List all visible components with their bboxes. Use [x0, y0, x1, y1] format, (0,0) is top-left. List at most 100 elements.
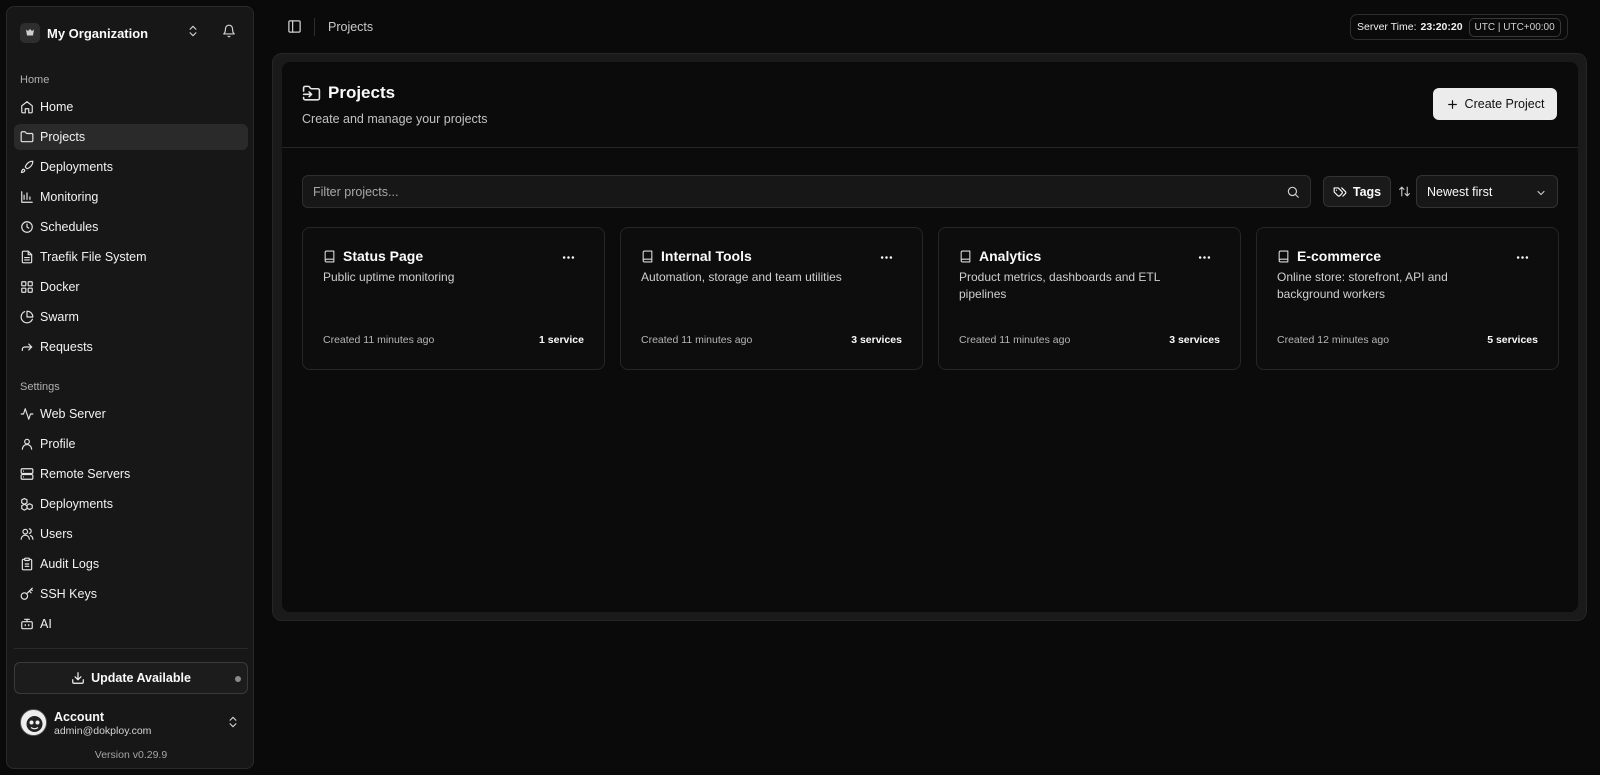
- sidebar-item-profile[interactable]: Profile: [14, 431, 248, 457]
- settings-nav: Web Server Profile Remote Servers Deploymen…: [14, 401, 248, 641]
- app-version: Version v0.29.9: [94, 749, 168, 761]
- sidebar-item-label: Web Server: [40, 407, 106, 421]
- project-name: Status Page: [343, 248, 424, 264]
- project-description: Online store: storefront, API and backgr…: [1277, 270, 1448, 301]
- sidebar-item-label: Profile: [40, 437, 76, 451]
- forward-icon: [20, 340, 34, 354]
- chart-icon: [20, 190, 34, 204]
- project-services-count: 5 services: [1487, 334, 1538, 346]
- search-icon: [1286, 185, 1300, 199]
- project-description: Public uptime monitoring: [323, 270, 455, 284]
- sidebar-item-ssh-keys[interactable]: SSH Keys: [14, 581, 248, 607]
- bell-icon[interactable]: [222, 24, 236, 38]
- sidebar-item-label: Monitoring: [40, 190, 99, 204]
- sidebar-item-deployments[interactable]: Deployments: [14, 491, 248, 517]
- home-icon: [20, 100, 34, 114]
- download-icon: [71, 671, 85, 685]
- project-created: Created 12 minutes ago: [1277, 334, 1390, 346]
- users-icon: [20, 527, 34, 541]
- group-label-settings: Settings: [20, 381, 60, 393]
- sidebar-item-label: AI: [40, 617, 52, 631]
- sidebar-item-label: Home: [40, 100, 74, 114]
- chevrons-up-down-icon[interactable]: [186, 24, 200, 38]
- more-horizontal-icon[interactable]: [1515, 250, 1530, 265]
- project-name: Internal Tools: [661, 248, 752, 264]
- project-card-internal-tools[interactable]: Internal Tools Automation, storage and t…: [620, 227, 923, 370]
- sidebar-item-traefik-file-system[interactable]: Traefik File System: [14, 244, 248, 270]
- sidebar-item-label: Requests: [40, 340, 93, 354]
- sidebar-item-projects[interactable]: Projects: [14, 124, 248, 150]
- sidebar-item-web-server[interactable]: Web Server: [14, 401, 248, 427]
- clock-icon: [20, 220, 34, 234]
- project-services-count: 1 service: [539, 334, 584, 346]
- project-created: Created 11 minutes ago: [323, 334, 435, 346]
- clipboard-icon: [20, 557, 34, 571]
- sidebar-item-schedules[interactable]: Schedules: [14, 214, 248, 240]
- update-label: Update Available: [91, 671, 191, 685]
- sidebar-item-label: Schedules: [40, 220, 99, 234]
- sidebar-item-users[interactable]: Users: [14, 521, 248, 547]
- project-card-status-page[interactable]: Status Page Public uptime monitoring Cre…: [302, 227, 605, 370]
- update-status-dot: [235, 676, 241, 682]
- project-description: Automation, storage and team utilities: [641, 270, 842, 284]
- avatar: [20, 709, 47, 736]
- sidebar-item-requests[interactable]: Requests: [14, 334, 248, 360]
- timezone-badge: UTC | UTC+00:00: [1468, 17, 1561, 37]
- update-available-button[interactable]: Update Available: [14, 662, 248, 694]
- sidebar-toggle-icon[interactable]: [287, 19, 302, 34]
- create-project-button[interactable]: Create Project: [1433, 88, 1557, 120]
- project-name: Analytics: [979, 248, 1042, 264]
- breadcrumb[interactable]: Projects: [328, 20, 373, 34]
- sidebar-item-label: Swarm: [40, 310, 79, 324]
- more-horizontal-icon[interactable]: [561, 250, 576, 265]
- book-icon: [641, 250, 654, 263]
- org-switcher[interactable]: My Organization: [14, 15, 240, 51]
- chevron-down-icon: [1535, 187, 1547, 199]
- more-horizontal-icon[interactable]: [1197, 250, 1212, 265]
- sidebar-item-label: Deployments: [40, 497, 113, 511]
- sidebar-item-deployments[interactable]: Deployments: [14, 154, 248, 180]
- user-icon: [20, 437, 34, 451]
- tags-filter-button[interactable]: Tags: [1323, 176, 1391, 207]
- sort-select[interactable]: Newest first: [1416, 175, 1558, 208]
- sidebar-item-label: SSH Keys: [40, 587, 97, 601]
- account-email: admin@dokploy.com: [54, 725, 152, 737]
- org-name: My Organization: [47, 25, 149, 41]
- sidebar-item-label: Users: [40, 527, 73, 541]
- sidebar-item-audit-logs[interactable]: Audit Logs: [14, 551, 248, 577]
- sidebar-item-docker[interactable]: Docker: [14, 274, 248, 300]
- chevrons-up-down-icon[interactable]: [226, 715, 240, 729]
- server-time: Server Time: 23:20:20 UTC | UTC+00:00: [1350, 14, 1568, 40]
- project-services-count: 3 services: [1169, 334, 1220, 346]
- sort-value: Newest first: [1427, 184, 1493, 199]
- activity-icon: [20, 407, 34, 421]
- sidebar-item-remote-servers[interactable]: Remote Servers: [14, 461, 248, 487]
- more-horizontal-icon[interactable]: [879, 250, 894, 265]
- key-icon: [20, 587, 34, 601]
- server-time-label: Server Time:: [1357, 21, 1417, 33]
- sidebar-item-label: Traefik File System: [40, 250, 147, 264]
- account-switcher[interactable]: Account admin@dokploy.com: [20, 708, 246, 738]
- account-name: Account: [54, 710, 104, 724]
- boxes-icon: [20, 497, 34, 511]
- sidebar-divider: [14, 648, 248, 649]
- tags-icon: [1333, 185, 1347, 199]
- folder-icon: [20, 130, 34, 144]
- topbar-separator: [314, 18, 315, 36]
- sidebar-item-swarm[interactable]: Swarm: [14, 304, 248, 330]
- filter-projects-input[interactable]: [302, 175, 1311, 208]
- create-project-label: Create Project: [1464, 97, 1545, 111]
- sidebar-item-label: Remote Servers: [40, 467, 131, 481]
- tags-label: Tags: [1352, 184, 1382, 199]
- project-card-e-commerce[interactable]: E-commerce Online store: storefront, API…: [1256, 227, 1559, 370]
- sidebar-item-home[interactable]: Home: [14, 94, 248, 120]
- sort-arrows-icon: [1398, 185, 1411, 198]
- bot-icon: [20, 617, 34, 631]
- pie-icon: [20, 310, 34, 324]
- plus-icon: [1446, 98, 1459, 111]
- sidebar-item-monitoring[interactable]: Monitoring: [14, 184, 248, 210]
- project-card-analytics[interactable]: Analytics Product metrics, dashboards an…: [938, 227, 1241, 370]
- sidebar-item-ai[interactable]: AI: [14, 611, 248, 637]
- blocks-icon: [20, 280, 34, 294]
- server-time-value: 23:20:20: [1420, 21, 1463, 33]
